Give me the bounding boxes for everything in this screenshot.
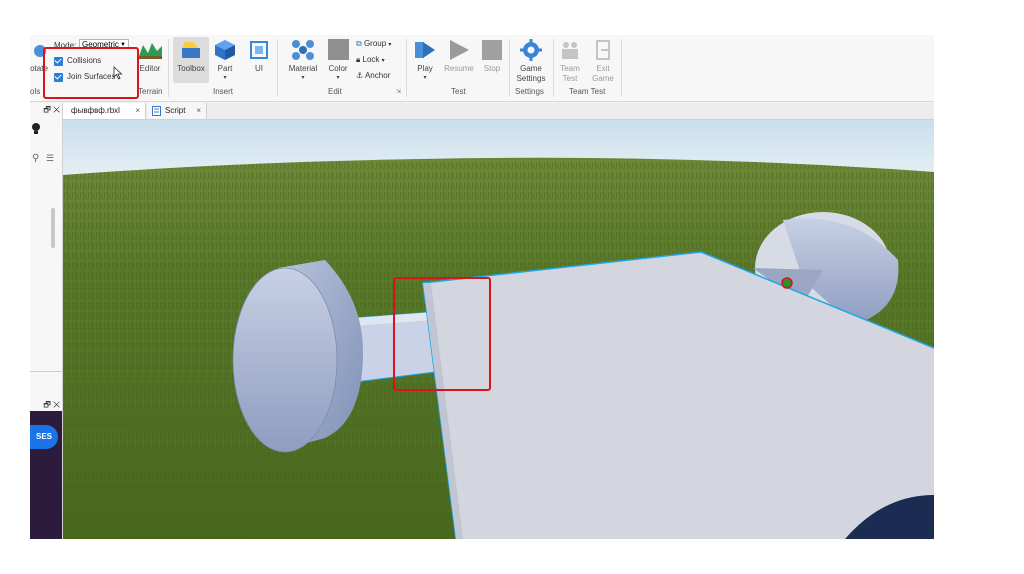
divider [553, 39, 554, 97]
chevron-down-icon: ▾ [301, 75, 305, 81]
part-button[interactable]: Part ▾ [213, 39, 237, 85]
stop-label: Stop [483, 64, 501, 73]
tab-script[interactable]: Script × [147, 103, 207, 119]
stop-icon [482, 40, 502, 60]
resume-icon [450, 40, 469, 60]
tab-label: Script [165, 106, 186, 115]
material-label: Material [288, 64, 318, 73]
exit-game-button[interactable]: Exit Game [589, 39, 617, 85]
terrain-icon [138, 43, 162, 59]
divider [406, 39, 407, 97]
exit-game-label-line1: Exit [596, 64, 610, 73]
team-test-group-label: Team Test [569, 87, 606, 96]
ui-frame-icon [250, 41, 268, 59]
group-label: Group [363, 39, 387, 48]
left-panel: 🗗 ✕ ⚲ ☰ 🗗 ✕ SES [30, 103, 63, 539]
close-icon[interactable]: × [196, 103, 201, 119]
toolbox-button[interactable]: Toolbox [173, 37, 209, 83]
toolbox-label: Toolbox [177, 64, 205, 73]
panel-controls-top[interactable]: 🗗 ✕ [43, 104, 60, 118]
checkbox-highlight-box [43, 47, 139, 99]
promo-panel: SES [30, 411, 62, 539]
scene-render [63, 120, 934, 539]
lock-button[interactable]: 🔒︎ Lock ▾ [356, 55, 385, 65]
stop-button[interactable]: Stop [480, 39, 504, 79]
team-test-label-line2: Test [562, 74, 578, 83]
game-settings-label-line1: Game [520, 64, 542, 73]
filter-icon[interactable]: ☰ [46, 153, 54, 164]
part-cube-icon [215, 40, 235, 60]
part-label: Part [217, 64, 233, 73]
game-settings-button[interactable]: Game Settings [513, 39, 549, 85]
exit-icon [596, 40, 610, 60]
close-icon[interactable]: × [135, 103, 140, 119]
group-icon: ⧉ [356, 39, 362, 48]
play-icon [415, 42, 435, 58]
lock-icon: 🔒︎ [356, 55, 361, 64]
tab-place-file[interactable]: фывфвф.rbxl × [63, 103, 146, 119]
divider [168, 39, 169, 97]
chevron-down-icon: ▾ [381, 58, 385, 64]
search-icon[interactable]: ⚲ [32, 153, 39, 164]
tab-label: фывфвф.rbxl [71, 106, 120, 115]
insert-group-label: Insert [213, 87, 234, 96]
lock-label: Lock [362, 55, 380, 64]
terrain-group-label: Terrain [138, 87, 163, 96]
divider [509, 39, 510, 97]
ses-button[interactable]: SES [30, 425, 58, 449]
team-test-label-line1: Team [560, 64, 580, 73]
group-button[interactable]: ⧉ Group ▾ [356, 39, 391, 49]
exit-game-label-line2: Game [592, 74, 614, 83]
color-button[interactable]: Color ▾ [324, 39, 352, 85]
team-test-button[interactable]: Team Test [556, 39, 584, 85]
chevron-down-icon: ▾ [336, 75, 340, 81]
terrain-editor-button[interactable]: Editor [136, 39, 164, 79]
toolbox-icon [182, 42, 200, 58]
color-label: Color [328, 64, 348, 73]
joint-marker-right [781, 277, 793, 289]
divider [621, 39, 622, 97]
play-label: Play [417, 64, 433, 73]
settings-group-label: Settings [515, 87, 544, 96]
scrollbar-thumb[interactable] [51, 208, 55, 248]
material-button[interactable]: Material ▾ [286, 39, 320, 85]
anchor-icon: ⚓︎ [356, 71, 364, 80]
divider [277, 39, 278, 97]
3d-viewport[interactable] [63, 120, 934, 539]
lightbulb-icon [32, 123, 40, 134]
joint-highlight-box [393, 277, 491, 391]
resume-button[interactable]: Resume [442, 39, 476, 79]
edit-group-label: Edit [328, 87, 342, 96]
tab-bar: фывфвф.rbxl × Script × [63, 103, 934, 120]
resume-label: Resume [444, 64, 474, 73]
gear-icon [520, 39, 542, 61]
tools-group-label: ols [30, 87, 41, 96]
ui-label: UI [255, 64, 263, 73]
ribbon-toolbar: otate ols Mode: Geometric ▼ Collisions J… [30, 35, 934, 102]
divider [30, 371, 62, 372]
anchor-button[interactable]: ⚓︎ Anchor [356, 71, 390, 80]
material-icon [292, 40, 314, 60]
editor-label: Editor [139, 64, 161, 73]
anchor-label: Anchor [364, 71, 391, 80]
studio-window: otate ols Mode: Geometric ▼ Collisions J… [30, 35, 934, 539]
chevron-down-icon: ▾ [423, 75, 427, 81]
test-group-label: Test [451, 87, 466, 96]
expand-icon[interactable]: ⇲ [396, 88, 401, 95]
game-settings-label-line2: Settings [516, 74, 546, 83]
play-button[interactable]: Play ▾ [412, 39, 438, 85]
chevron-down-icon: ▾ [388, 42, 392, 48]
left-wheel[interactable] [232, 260, 363, 453]
color-swatch-icon [328, 39, 349, 60]
ui-button[interactable]: UI [247, 39, 271, 79]
team-icon [562, 42, 578, 59]
chevron-down-icon: ▾ [223, 75, 227, 81]
script-icon [152, 106, 161, 116]
